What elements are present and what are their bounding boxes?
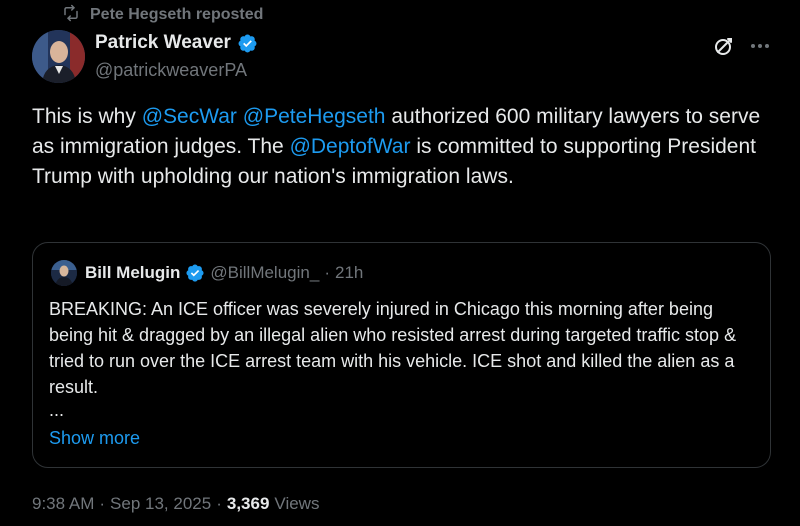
quoted-header: Bill Melugin @BillMelugin_ · 21h: [85, 263, 363, 283]
grok-icon[interactable]: [712, 34, 736, 58]
repost-text: Pete Hegseth reposted: [90, 6, 264, 23]
tweet-view: Pete Hegseth reposted Patrick Weaver @pa…: [0, 0, 800, 526]
author-handle[interactable]: @patrickweaverPA: [95, 60, 247, 81]
show-more-link[interactable]: Show more: [49, 428, 140, 449]
more-options-icon[interactable]: [748, 34, 772, 58]
mention-petehegseth[interactable]: @PeteHegseth: [243, 105, 386, 128]
tweet-date[interactable]: Sep 13, 2025: [110, 494, 211, 514]
repost-icon: [62, 4, 80, 27]
repost-indicator[interactable]: Pete Hegseth reposted: [62, 4, 264, 27]
separator-dot: ·: [216, 494, 222, 513]
verified-badge-icon: [185, 263, 205, 283]
views-count: 3,369: [226, 494, 270, 513]
tweet-time[interactable]: 9:38 AM: [32, 494, 94, 514]
separator-dot: ·: [99, 494, 106, 513]
mention-deptofwar[interactable]: @DeptofWar: [290, 135, 411, 158]
tweet-meta: 9:38 AM · Sep 13, 2025 · 3,369 Views: [32, 494, 319, 514]
quoted-display-name[interactable]: Bill Melugin: [85, 263, 180, 283]
author-display-name[interactable]: Patrick Weaver: [95, 32, 231, 54]
mention-secwar[interactable]: @SecWar: [142, 105, 237, 128]
views-label: Views: [274, 494, 320, 513]
verified-badge-icon[interactable]: [237, 33, 258, 54]
quoted-ellipsis: ...: [49, 400, 65, 420]
quoted-handle[interactable]: @BillMelugin_: [210, 263, 319, 283]
tweet-text: This is why @SecWar @PeteHegseth authori…: [32, 102, 772, 192]
quoted-timestamp[interactable]: 21h: [335, 263, 363, 283]
tweet-text-segment: This is why: [32, 105, 142, 128]
author-name-row: Patrick Weaver: [95, 32, 258, 54]
quoted-tweet-card[interactable]: Bill Melugin @BillMelugin_ · 21h BREAKIN…: [32, 242, 771, 468]
quoted-tweet-text: BREAKING: An ICE officer was severely in…: [49, 299, 737, 397]
quoted-author-avatar[interactable]: [51, 260, 77, 286]
author-avatar[interactable]: [32, 30, 85, 83]
separator-dot: ·: [324, 263, 330, 282]
